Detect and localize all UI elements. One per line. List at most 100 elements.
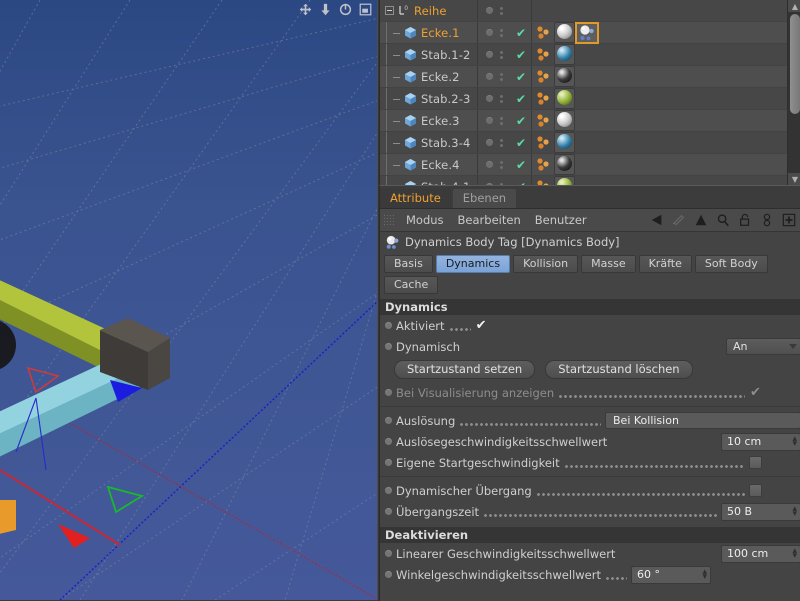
add-box-icon[interactable] <box>782 213 796 227</box>
material-tag-blue[interactable] <box>554 132 575 153</box>
property-row[interactable]: Bei Visualisierung anzeigen ✔ <box>380 382 800 403</box>
spinner-down-icon[interactable]: ▾ <box>702 572 707 581</box>
tag-cell[interactable] <box>531 154 575 175</box>
object-label[interactable]: Reihe <box>414 4 447 18</box>
property-control[interactable]: 10 cm ▴ ▾ <box>721 432 800 451</box>
dynamics-tag-icon[interactable] <box>535 157 552 172</box>
number-value[interactable]: 60 ° <box>637 568 660 581</box>
property-control[interactable]: An <box>726 338 800 355</box>
render-visibility-dots[interactable] <box>499 6 503 15</box>
button-startzustand-setzen[interactable]: Startzustand setzen <box>394 360 536 379</box>
object-label[interactable]: Ecke.4 <box>421 158 460 172</box>
object-label[interactable]: Stab.1-2 <box>421 48 470 62</box>
object-label[interactable]: Stab.3-4 <box>421 136 470 150</box>
material-tag-black[interactable] <box>554 154 575 175</box>
animate-bullet-icon[interactable] <box>385 343 392 350</box>
animate-bullet-icon[interactable] <box>385 571 392 578</box>
attribute-header-icons[interactable] <box>650 213 800 227</box>
tab-ebenen[interactable]: Ebenen <box>452 189 517 208</box>
object-name-cell[interactable]: Stab.3-4 <box>380 132 477 153</box>
visibility-dots[interactable] <box>477 176 511 185</box>
spinner[interactable]: ▴ ▾ <box>702 567 707 581</box>
number-value[interactable]: 100 cm <box>727 547 768 560</box>
visibility-dots[interactable] <box>477 110 511 131</box>
object-row[interactable]: Stab.4-1✔ <box>380 176 787 185</box>
render-visibility-dots[interactable] <box>499 116 503 125</box>
animate-bullet-icon[interactable] <box>385 389 392 396</box>
render-visibility-dots[interactable] <box>499 94 503 103</box>
object-name-cell[interactable]: Ecke.1 <box>380 22 477 43</box>
sheet-tab-kollision[interactable]: Kollision <box>513 255 579 273</box>
tag-cell[interactable] <box>531 21 599 44</box>
up-arrow-icon[interactable] <box>694 213 708 227</box>
visibility-dots[interactable] <box>477 88 511 109</box>
link-chain-icon[interactable] <box>760 213 774 227</box>
tag-cell[interactable] <box>531 132 575 153</box>
property-row[interactable]: Winkelgeschwindigkeitsschwellwert 60 ° ▴ ▾ <box>380 564 800 585</box>
back-arrow-icon[interactable] <box>650 213 664 227</box>
animate-bullet-icon[interactable] <box>385 508 392 515</box>
sheet-tab-kräfte[interactable]: Kräfte <box>638 255 692 273</box>
object-name-cell[interactable]: Stab.4-1 <box>380 176 477 185</box>
animate-bullet-icon[interactable] <box>385 459 392 466</box>
property-control[interactable] <box>749 484 800 497</box>
number-field[interactable]: 50 B ▴ ▾ <box>721 502 800 521</box>
object-manager-scrollbar[interactable]: ▲ ▼ <box>787 0 800 185</box>
pan-icon[interactable] <box>299 3 312 16</box>
rotate-icon[interactable] <box>339 3 352 16</box>
object-name-cell[interactable]: Ecke.3 <box>380 110 477 131</box>
dynamics-tag-icon[interactable] <box>535 25 552 40</box>
property-control[interactable]: ✔ <box>749 386 800 399</box>
editor-visibility-dot[interactable] <box>485 7 493 14</box>
drag-grip-icon[interactable] <box>383 213 394 227</box>
animate-bullet-icon[interactable] <box>385 487 392 494</box>
viewport-toolbar[interactable] <box>296 1 375 17</box>
menu-benutzer[interactable]: Benutzer <box>528 213 594 227</box>
object-manager[interactable]: 0 Reihe Ecke.1 ✔ Stab.1-2 ✔ Ecke.2 ✔ Stab.2-3 ✔ Ec… <box>379 0 800 185</box>
tag-cell[interactable] <box>531 110 575 131</box>
sheet-tab-soft-body[interactable]: Soft Body <box>694 255 768 273</box>
dynamics-tag-icon[interactable] <box>535 47 552 62</box>
tag-cell[interactable] <box>531 44 575 65</box>
object-row[interactable]: Stab.1-2 ✔ <box>380 44 787 66</box>
animate-bullet-icon[interactable] <box>385 417 392 424</box>
render-visibility-dots[interactable] <box>499 160 503 169</box>
button-row[interactable]: Startzustand setzen Startzustand löschen <box>380 357 800 382</box>
checkbox-unchecked[interactable] <box>749 456 762 469</box>
sheet-row-1[interactable]: Basis Dynamics Kollision Masse Kräfte Soft Bo… <box>384 255 797 273</box>
attribute-menubar[interactable]: Modus Bearbeiten Benutzer <box>380 209 800 232</box>
sheet-tab-masse[interactable]: Masse <box>581 255 636 273</box>
property-control[interactable]: 100 cm ▴ ▾ <box>721 544 800 563</box>
object-label[interactable]: Ecke.3 <box>421 114 460 128</box>
render-visibility-dots[interactable] <box>499 72 503 81</box>
object-list[interactable]: 0 Reihe Ecke.1 ✔ Stab.1-2 ✔ Ecke.2 ✔ Stab.2-3 ✔ Ec… <box>380 0 787 185</box>
attribute-manager[interactable]: Attribute Ebenen Modus Bearbeiten Benutz… <box>379 185 800 601</box>
spinner[interactable]: ▴ ▾ <box>792 546 797 560</box>
property-row[interactable]: Übergangszeit 50 B ▴ ▾ <box>380 501 800 522</box>
number-field[interactable]: 100 cm ▴ ▾ <box>721 544 800 563</box>
property-control[interactable]: Bei Kollision <box>605 412 800 429</box>
editor-visibility-dot[interactable] <box>485 161 493 168</box>
property-row[interactable]: Dynamischer Übergang <box>380 480 800 501</box>
tag-cell[interactable] <box>531 176 575 185</box>
object-row[interactable]: Ecke.2 ✔ <box>380 66 787 88</box>
menu-bearbeiten[interactable]: Bearbeiten <box>451 213 528 227</box>
object-name-cell[interactable]: Ecke.2 <box>380 66 477 87</box>
material-tag-green[interactable] <box>554 88 575 109</box>
object-enabled-check[interactable]: ✔ <box>511 93 531 105</box>
property-row[interactable]: Auslösung Bei Kollision <box>380 410 800 431</box>
scroll-up-button[interactable]: ▲ <box>788 0 800 12</box>
editor-visibility-dot[interactable] <box>485 73 493 80</box>
button-startzustand-l-schen[interactable]: Startzustand löschen <box>545 360 693 379</box>
visibility-dots[interactable] <box>477 66 511 87</box>
material-tag-white[interactable] <box>554 22 575 43</box>
visibility-dots[interactable] <box>477 132 511 153</box>
dynamics-tag-icon[interactable] <box>535 135 552 150</box>
spinner-down-icon[interactable]: ▾ <box>792 551 797 560</box>
spinner[interactable]: ▴ ▾ <box>792 504 797 518</box>
dynamics-body-tag-selected[interactable] <box>575 21 599 44</box>
dolly-icon[interactable] <box>319 3 332 16</box>
property-row[interactable]: Linearer Geschwindigkeitsschwellwert 100 … <box>380 543 800 564</box>
spinner[interactable]: ▴ ▾ <box>792 434 797 448</box>
object-enabled-check[interactable]: ✔ <box>511 71 531 83</box>
